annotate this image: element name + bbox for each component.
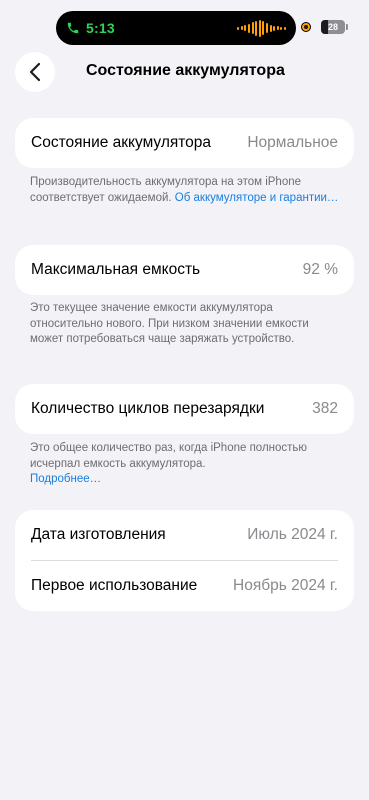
cycle-count-footnote: Это общее количество раз, когда iPhone п… — [30, 441, 340, 488]
manufacture-date-value: Июль 2024 г. — [247, 526, 338, 543]
max-capacity-card: Максимальная емкость 92 % — [15, 245, 354, 295]
battery-tip — [346, 24, 348, 30]
cycle-count-card: Количество циклов перезарядки 382 — [15, 384, 354, 434]
battery-icon: 28 — [321, 20, 345, 34]
chevron-left-icon — [29, 62, 41, 82]
first-use-value: Ноябрь 2024 г. — [233, 577, 338, 594]
max-capacity-value: 92 % — [302, 261, 338, 278]
first-use-row: Первое использование Ноябрь 2024 г. — [15, 561, 354, 611]
back-button[interactable] — [15, 52, 55, 92]
call-duration: 5:13 — [86, 20, 115, 36]
first-use-label: Первое использование — [31, 577, 198, 594]
dynamic-island[interactable]: 5:13 — [56, 11, 296, 45]
learn-more-link[interactable]: Подробнее… — [30, 473, 101, 485]
phone-call-icon — [67, 22, 79, 34]
recording-indicator-icon — [301, 22, 311, 32]
page-title: Состояние аккумулятора — [86, 62, 285, 79]
max-capacity-label: Максимальная емкость — [31, 261, 201, 278]
battery-health-row[interactable]: Состояние аккумулятора Нормальное — [15, 118, 354, 168]
cycle-count-footnote-text: Это общее количество раз, когда iPhone п… — [30, 442, 308, 470]
battery-health-label: Состояние аккумулятора — [31, 134, 212, 151]
manufacture-date-row: Дата изготовления Июль 2024 г. — [15, 510, 354, 560]
max-capacity-row: Максимальная емкость 92 % — [15, 245, 354, 295]
about-battery-warranty-link[interactable]: Об аккумуляторе и гарантии… — [175, 192, 339, 204]
battery-level: 28 — [327, 22, 338, 32]
max-capacity-footnote: Это текущее значение емкости аккумулятор… — [30, 302, 309, 345]
cycle-count-value: 382 — [312, 400, 338, 417]
battery-health-card[interactable]: Состояние аккумулятора Нормальное — [15, 118, 354, 168]
battery-health-footnote: Производительность аккумулятора на этом … — [30, 175, 340, 206]
dates-card: Дата изготовления Июль 2024 г. Первое ис… — [15, 510, 354, 611]
manufacture-date-label: Дата изготовления — [31, 526, 166, 543]
cycle-count-label: Количество циклов перезарядки — [31, 400, 265, 417]
cycle-count-row: Количество циклов перезарядки 382 — [15, 384, 354, 434]
audio-waveform-icon — [237, 18, 286, 38]
battery-health-value: Нормальное — [247, 134, 338, 151]
